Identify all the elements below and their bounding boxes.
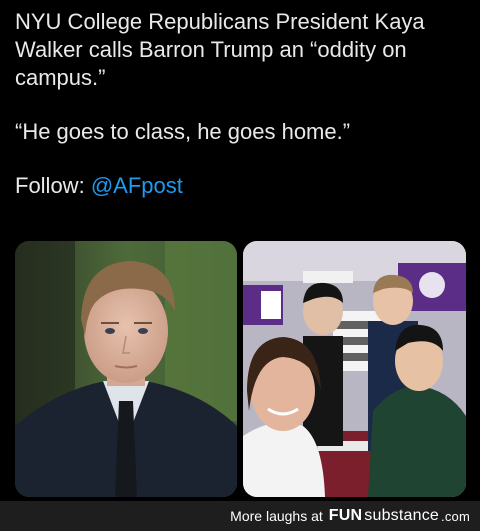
footer-tagline: More laughs at	[230, 508, 323, 524]
brand-sub: substance	[364, 507, 440, 524]
post-text: NYU College Republicans President Kaya W…	[15, 8, 470, 200]
post-quote: “He goes to class, he goes home.”	[15, 119, 351, 144]
funsubstance-logo[interactable]: FUN substance .com	[329, 507, 470, 525]
brand-fun: FUN	[328, 507, 363, 524]
post-headline: NYU College Republicans President Kaya W…	[15, 9, 425, 90]
photo-group-selfie[interactable]	[243, 241, 466, 497]
group-selfie-image	[243, 241, 466, 497]
media-grid	[15, 241, 466, 497]
photo-portrait[interactable]	[15, 241, 237, 497]
follow-handle-link[interactable]: @AFpost	[91, 173, 183, 198]
footer-bar: More laughs at FUN substance .com	[0, 501, 480, 531]
portrait-image	[15, 241, 237, 497]
follow-label: Follow:	[15, 173, 85, 198]
brand-domain: .com	[441, 508, 470, 524]
follow-line: Follow: @AFpost	[15, 172, 470, 200]
